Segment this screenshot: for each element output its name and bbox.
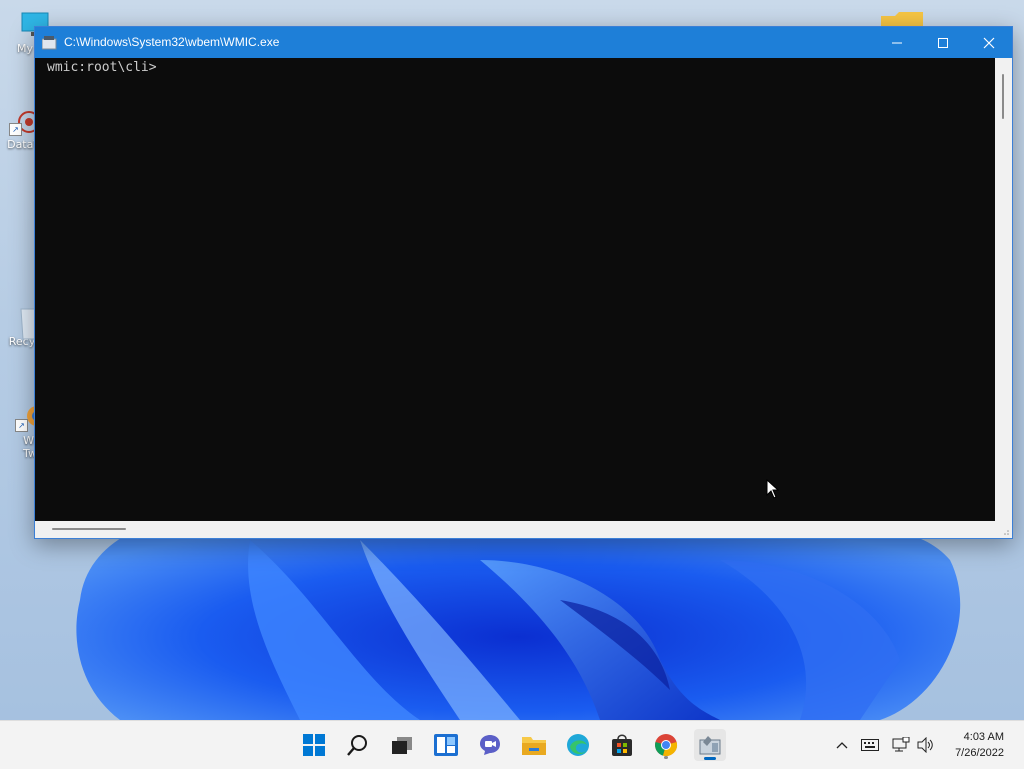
console-prompt-line: wmic:root\cli> — [47, 60, 157, 75]
close-icon — [983, 37, 995, 48]
wmic-console-window[interactable]: C:\Windows\System32\wbem\WMIC.exe wmic:r… — [34, 26, 1013, 539]
taskbar-task-view-button[interactable] — [386, 729, 418, 761]
close-button[interactable] — [966, 27, 1012, 58]
mouse-cursor-icon — [766, 478, 780, 503]
network-button[interactable] — [891, 735, 911, 755]
vertical-scroll-thumb[interactable] — [1002, 74, 1004, 119]
shortcut-arrow-icon: ↗ — [15, 419, 28, 432]
store-icon — [612, 734, 632, 756]
wmic-icon — [699, 736, 721, 755]
maximize-button[interactable] — [920, 27, 966, 58]
resize-grip-icon — [1004, 530, 1009, 535]
window-titlebar[interactable]: C:\Windows\System32\wbem\WMIC.exe — [35, 27, 1012, 58]
edge-icon — [567, 734, 589, 756]
windows-logo-icon — [303, 734, 325, 756]
maximize-icon — [938, 37, 948, 48]
horizontal-scrollbar[interactable] — [35, 521, 995, 538]
recycle-bin-icon — [7, 305, 38, 340]
clock-time: 4:03 AM — [963, 731, 1004, 743]
console-output[interactable]: wmic:root\cli> — [35, 58, 995, 521]
taskbar-edge-button[interactable] — [562, 729, 594, 761]
taskbar-start-button[interactable] — [298, 729, 330, 761]
input-indicator-button[interactable] — [860, 735, 880, 755]
active-window-indicator — [704, 757, 716, 760]
taskbar-search-button[interactable] — [342, 729, 374, 761]
network-icon — [892, 737, 910, 752]
chevron-up-icon — [836, 742, 848, 749]
chrome-icon — [655, 734, 678, 757]
taskbar-file-explorer-button[interactable] — [518, 729, 550, 761]
vertical-scrollbar[interactable] — [995, 58, 1012, 521]
window-title: C:\Windows\System32\wbem\WMIC.exe — [64, 35, 280, 49]
taskbar-wmic-button[interactable] — [694, 729, 726, 761]
running-indicator — [664, 756, 668, 759]
horizontal-scroll-thumb[interactable] — [52, 528, 126, 530]
minimize-icon — [892, 42, 902, 43]
task-view-icon — [392, 737, 412, 754]
shortcut-arrow-icon: ↗ — [9, 123, 22, 136]
search-icon — [347, 735, 367, 756]
resize-grip[interactable] — [995, 521, 1012, 538]
taskbar-chat-button[interactable] — [474, 729, 506, 761]
taskbar-widgets-button[interactable] — [430, 729, 462, 761]
wmic-app-icon — [41, 35, 58, 50]
minimize-button[interactable] — [874, 27, 920, 58]
clock-date: 7/26/2022 — [955, 747, 1004, 759]
clock[interactable]: 4:03 AM 7/26/2022 — [955, 729, 1004, 761]
taskbar-store-button[interactable] — [606, 729, 638, 761]
show-hidden-icons-button[interactable] — [832, 735, 852, 755]
widgets-icon — [434, 734, 458, 756]
taskbar-chrome-button[interactable] — [650, 729, 682, 761]
taskbar: 4:03 AM 7/26/2022 — [0, 720, 1024, 769]
volume-button[interactable] — [916, 735, 936, 755]
folder-icon — [522, 737, 546, 755]
chat-icon — [480, 735, 500, 755]
volume-icon — [917, 737, 933, 753]
keyboard-icon — [861, 739, 879, 751]
